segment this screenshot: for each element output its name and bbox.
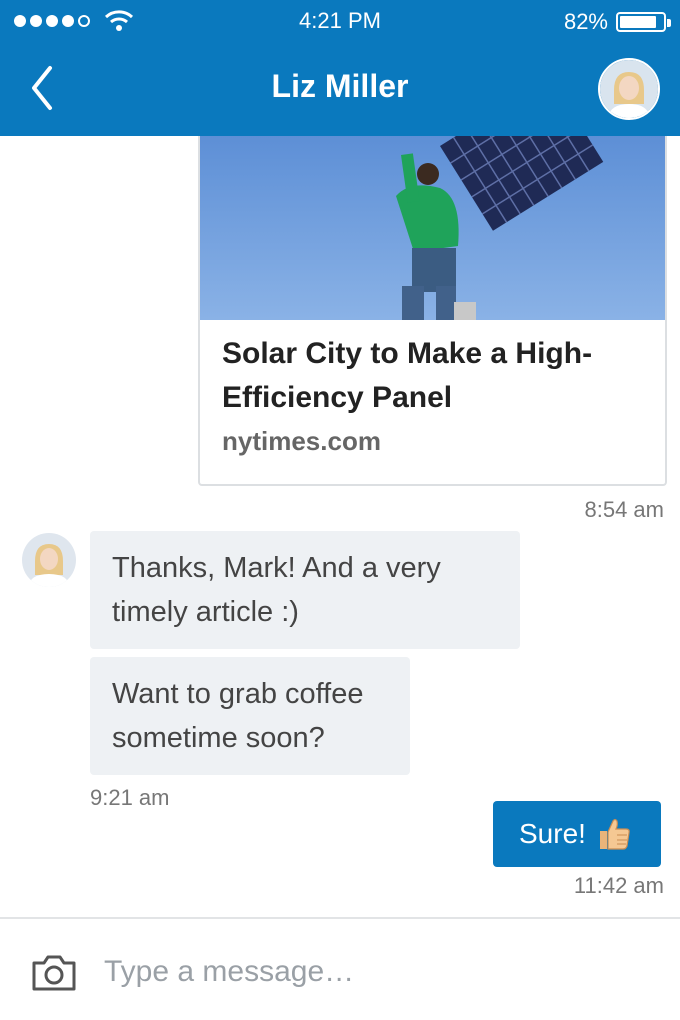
message-timestamp: 8:54 am — [584, 497, 665, 522]
navigation-bar: Liz Miller — [0, 44, 680, 136]
message-composer — [0, 917, 680, 1020]
shared-article-card[interactable]: Solar City to Make a High-Efficiency Pan… — [198, 136, 667, 486]
thumbs-up-icon — [599, 818, 630, 850]
battery-percent: 82% — [563, 9, 608, 34]
conversation-title: Liz Miller — [271, 68, 409, 104]
contact-avatar[interactable] — [598, 58, 660, 120]
article-source: nytimes.com — [222, 426, 381, 456]
battery-icon — [616, 12, 671, 32]
incoming-message-bubble[interactable]: Want to grab coffee sometime soon? — [90, 657, 410, 775]
outgoing-message-text: Sure! — [519, 818, 586, 849]
incoming-message-bubble[interactable]: Thanks, Mark! And a very timely article … — [90, 531, 520, 649]
camera-icon[interactable] — [30, 953, 78, 993]
status-bar: 4:21 PM 82% — [0, 0, 680, 44]
sender-avatar[interactable] — [22, 533, 76, 587]
message-timestamp: 9:21 am — [90, 785, 170, 810]
message-input[interactable] — [104, 947, 664, 997]
outgoing-message-bubble[interactable]: Sure! — [493, 801, 661, 867]
article-title: Solar City to Make a High-Efficiency Pan… — [222, 337, 593, 414]
message-timestamp: 11:42 am — [573, 873, 664, 898]
top-bar: 4:21 PM 82% Liz Miller — [0, 0, 680, 136]
article-thumbnail — [200, 136, 665, 320]
